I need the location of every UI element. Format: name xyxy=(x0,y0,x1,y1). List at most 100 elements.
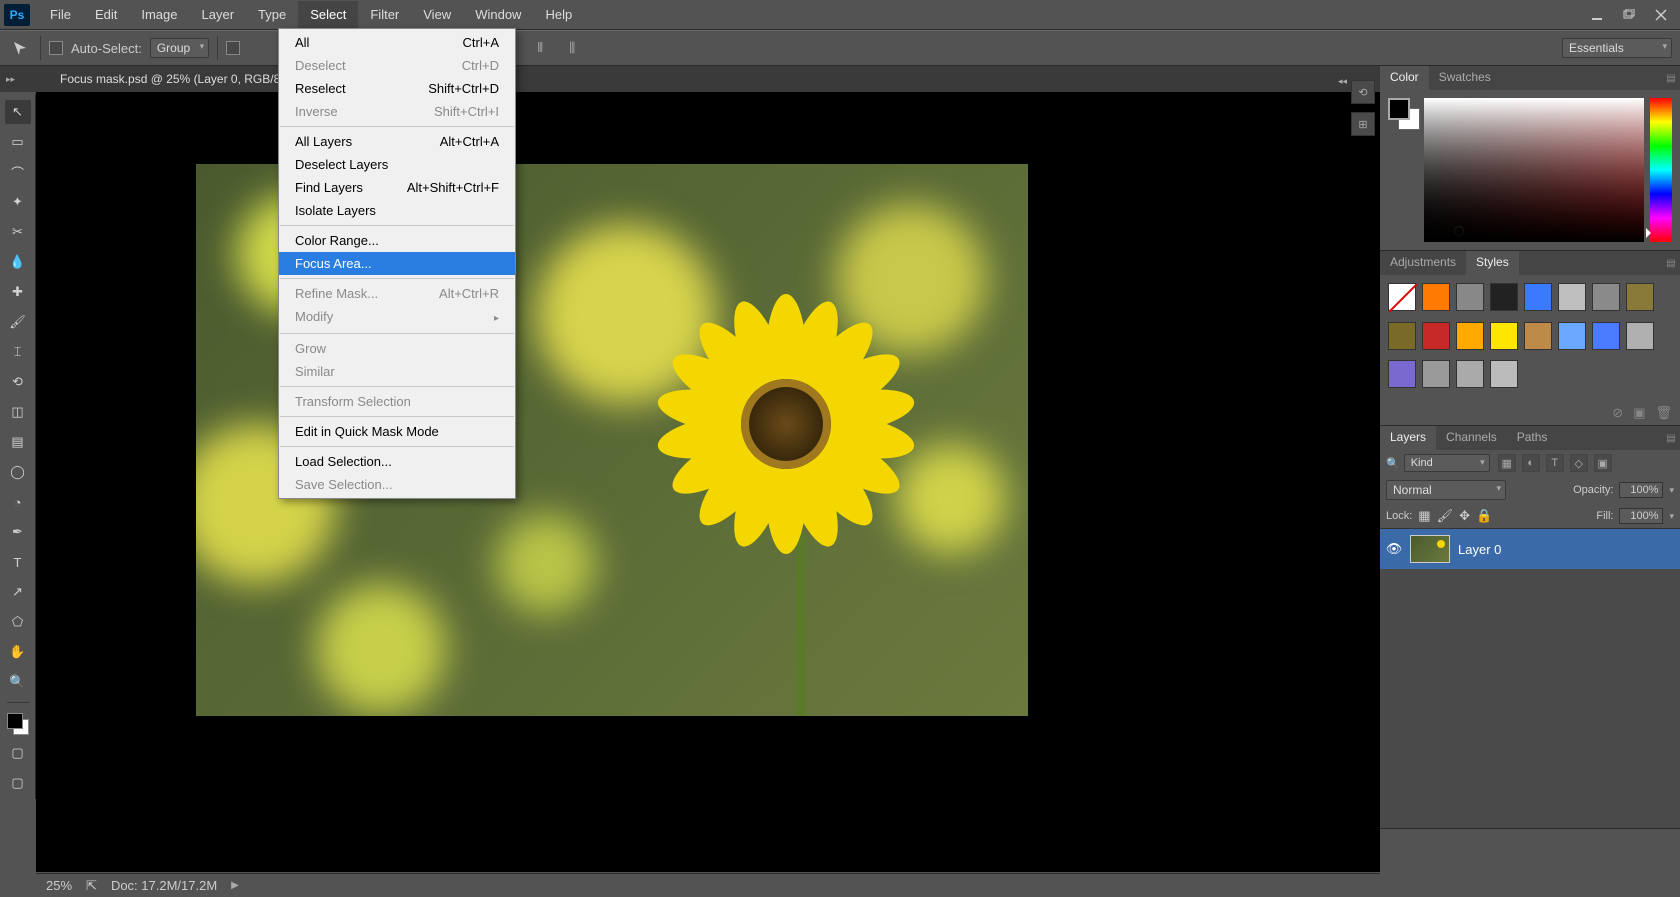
properties-panel-icon[interactable]: ⊞ xyxy=(1351,112,1375,136)
collapse-left-icon[interactable]: ▸▸ xyxy=(6,74,15,85)
tool-marquee-icon[interactable]: ▭ xyxy=(5,130,31,154)
style-swatch[interactable] xyxy=(1524,322,1552,350)
style-swatch[interactable] xyxy=(1388,322,1416,350)
tab-layers[interactable]: Layers xyxy=(1380,426,1436,450)
menu-edit[interactable]: Edit xyxy=(83,1,129,28)
styles-panel-menu-icon[interactable]: ▤ xyxy=(1662,251,1680,275)
style-swatch[interactable] xyxy=(1490,283,1518,311)
new-style-icon[interactable]: ▣ xyxy=(1633,405,1645,421)
fill-flyout-icon[interactable]: ▾ xyxy=(1669,511,1674,522)
layer-item-0[interactable]: 👁 Layer 0 xyxy=(1380,529,1680,569)
document-tab[interactable]: Focus mask.psd @ 25% (Layer 0, RGB/8) xyxy=(50,68,294,90)
export-icon[interactable]: ⇱ xyxy=(86,878,97,894)
tool-heal-icon[interactable]: ✚ xyxy=(5,280,31,304)
lock-position-icon[interactable]: ✥ xyxy=(1459,508,1470,524)
style-swatch[interactable] xyxy=(1456,283,1484,311)
layer-name[interactable]: Layer 0 xyxy=(1458,542,1501,557)
tab-paths[interactable]: Paths xyxy=(1507,426,1558,450)
style-swatch[interactable] xyxy=(1490,360,1518,388)
filter-adjust-icon[interactable]: ◐ xyxy=(1522,454,1540,472)
style-swatch[interactable] xyxy=(1592,322,1620,350)
status-flyout-icon[interactable]: ▶ xyxy=(231,880,239,891)
window-minimize-button[interactable] xyxy=(1582,5,1612,25)
fill-input[interactable]: 100% xyxy=(1619,508,1663,524)
menu-file[interactable]: File xyxy=(38,1,83,28)
style-swatch[interactable] xyxy=(1422,283,1450,311)
tool-gradient-icon[interactable]: ▤ xyxy=(5,430,31,454)
tool-type-icon[interactable]: T xyxy=(5,550,31,574)
show-transform-checkbox[interactable] xyxy=(226,41,240,55)
select-menu-load-selection[interactable]: Load Selection... xyxy=(279,450,515,473)
layer-visibility-icon[interactable]: 👁 xyxy=(1386,541,1402,557)
tool-quick-mask-icon[interactable]: ▢ xyxy=(5,741,31,765)
menu-image[interactable]: Image xyxy=(129,1,189,28)
tab-channels[interactable]: Channels xyxy=(1436,426,1507,450)
collapse-right-icon[interactable]: ◂◂ xyxy=(1338,76,1347,87)
layers-panel-menu-icon[interactable]: ▤ xyxy=(1662,426,1680,450)
filter-pixel-icon[interactable]: ▦ xyxy=(1498,454,1516,472)
history-panel-icon[interactable]: ⟲ xyxy=(1351,80,1375,104)
menu-window[interactable]: Window xyxy=(463,1,533,28)
menu-view[interactable]: View xyxy=(411,1,463,28)
select-menu-edit-in-quick-mask-mode[interactable]: Edit in Quick Mask Mode xyxy=(279,420,515,443)
auto-select-target-dropdown[interactable]: Group xyxy=(150,38,209,58)
tool-brush-icon[interactable]: 🖌 xyxy=(5,310,31,334)
style-swatch[interactable] xyxy=(1490,322,1518,350)
tool-stamp-icon[interactable]: ⌶ xyxy=(5,340,31,364)
select-menu-all-layers[interactable]: All LayersAlt+Ctrl+A xyxy=(279,130,515,153)
style-swatch[interactable] xyxy=(1388,360,1416,388)
style-swatch[interactable] xyxy=(1524,283,1552,311)
tool-zoom-icon[interactable]: 🔍 xyxy=(5,670,31,694)
layer-thumbnail[interactable] xyxy=(1410,535,1450,563)
saturation-brightness-picker[interactable] xyxy=(1424,98,1644,242)
opacity-flyout-icon[interactable]: ▾ xyxy=(1669,485,1674,496)
style-swatch[interactable] xyxy=(1422,322,1450,350)
tool-screen-mode-icon[interactable]: ▢ xyxy=(5,771,31,795)
select-menu-all[interactable]: AllCtrl+A xyxy=(279,31,515,54)
tool-eraser-icon[interactable]: ◫ xyxy=(5,400,31,424)
select-menu-deselect-layers[interactable]: Deselect Layers xyxy=(279,153,515,176)
tool-dodge-icon[interactable]: ◔ xyxy=(5,490,31,514)
tab-color[interactable]: Color xyxy=(1380,66,1429,90)
hue-slider[interactable] xyxy=(1650,98,1672,242)
blend-mode-dropdown[interactable]: Normal xyxy=(1386,480,1506,500)
select-menu-find-layers[interactable]: Find LayersAlt+Shift+Ctrl+F xyxy=(279,176,515,199)
style-swatch[interactable] xyxy=(1626,322,1654,350)
opacity-input[interactable]: 100% xyxy=(1619,482,1663,498)
menu-type[interactable]: Type xyxy=(246,1,298,28)
style-swatch[interactable] xyxy=(1422,360,1450,388)
tab-adjustments[interactable]: Adjustments xyxy=(1380,251,1466,275)
color-panel-menu-icon[interactable]: ▤ xyxy=(1662,66,1680,90)
lock-pixels-icon[interactable]: 🖌 xyxy=(1437,508,1454,524)
layer-filter-dropdown[interactable]: Kind xyxy=(1404,454,1490,472)
auto-select-checkbox[interactable] xyxy=(49,41,63,55)
tool-wand-icon[interactable]: ✦ xyxy=(5,190,31,214)
style-swatch[interactable] xyxy=(1456,360,1484,388)
tool-lasso-icon[interactable]: ⌒ xyxy=(5,160,31,184)
tab-swatches[interactable]: Swatches xyxy=(1429,66,1501,90)
foreground-color-icon[interactable] xyxy=(1388,98,1410,120)
select-menu-isolate-layers[interactable]: Isolate Layers xyxy=(279,199,515,222)
delete-style-icon[interactable]: 🗑 xyxy=(1655,405,1672,421)
select-menu-focus-area[interactable]: Focus Area... xyxy=(279,252,515,275)
fg-bg-swatch[interactable] xyxy=(1388,98,1418,242)
tab-styles[interactable]: Styles xyxy=(1466,251,1519,275)
tool-move-icon[interactable]: ↖ xyxy=(5,100,31,124)
tool-pen-icon[interactable]: ✒ xyxy=(5,520,31,544)
tool-path-icon[interactable]: ↗ xyxy=(5,580,31,604)
window-close-button[interactable] xyxy=(1646,5,1676,25)
filter-type-icon[interactable]: T xyxy=(1546,454,1564,472)
no-style-icon[interactable]: ⊘ xyxy=(1612,405,1623,421)
filter-shape-icon[interactable]: ◇ xyxy=(1570,454,1588,472)
tool-blur-icon[interactable]: ◯ xyxy=(5,460,31,484)
style-swatch[interactable] xyxy=(1456,322,1484,350)
style-swatch[interactable] xyxy=(1388,283,1416,311)
workspace-dropdown[interactable]: Essentials xyxy=(1562,38,1672,58)
select-menu-reselect[interactable]: ReselectShift+Ctrl+D xyxy=(279,77,515,100)
tool-crop-icon[interactable]: ✂ xyxy=(5,220,31,244)
lock-transparency-icon[interactable]: ▦ xyxy=(1418,508,1430,524)
window-restore-button[interactable] xyxy=(1614,5,1644,25)
tool-eyedropper-icon[interactable]: 💧 xyxy=(5,250,31,274)
tool-hand-icon[interactable]: ✋ xyxy=(5,640,31,664)
menu-help[interactable]: Help xyxy=(533,1,584,28)
